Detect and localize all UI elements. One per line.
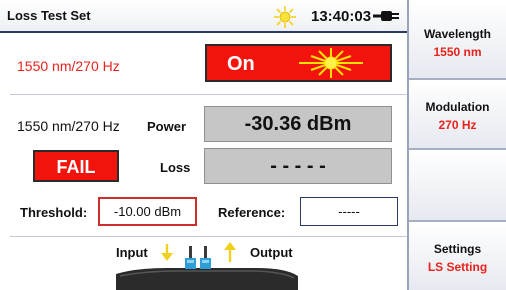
threshold-field[interactable]: -10.00 dBm	[98, 197, 197, 226]
power-value: -30.36 dBm	[244, 113, 352, 135]
status-text: FAIL	[56, 157, 96, 177]
device-image	[116, 242, 298, 290]
main-panel: Loss Test Set 13:40:03 1550 nm/270 Hz On	[0, 0, 407, 290]
power-label: Power	[147, 119, 187, 134]
laser-icon	[299, 48, 363, 78]
softkey-title: Wavelength	[424, 27, 491, 41]
section-divider	[10, 94, 407, 95]
empty-softkey[interactable]	[409, 150, 506, 222]
source-wavelength-label: 1550 nm/270 Hz	[17, 58, 120, 74]
softkey-value: 270 Hz	[438, 118, 477, 132]
wavelength-softkey[interactable]: Wavelength 1550 nm	[409, 0, 506, 80]
modulation-softkey[interactable]: Modulation 270 Hz	[409, 80, 506, 150]
softkey-value: 1550 nm	[433, 45, 482, 59]
arrow-down-icon	[161, 244, 173, 261]
meter-wavelength-label: 1550 nm/270 Hz	[17, 118, 120, 134]
battery-plug-icon	[373, 11, 399, 21]
softkey-value: LS Setting	[427, 260, 488, 274]
power-readout: -30.36 dBm	[204, 106, 392, 142]
softkey-title: Settings	[433, 242, 482, 256]
status-badge: FAIL	[33, 150, 119, 182]
loss-readout: - - - - -	[204, 148, 392, 184]
source-on-button[interactable]: On	[205, 44, 392, 82]
section-divider-bottom	[10, 236, 407, 237]
softkey-sidebar: Wavelength 1550 nm Modulation 270 Hz Set…	[407, 0, 506, 290]
loss-value: - - - - -	[270, 155, 326, 177]
reference-label: Reference:	[218, 205, 286, 220]
loss-label: Loss	[160, 160, 191, 175]
softkey-title: Modulation	[425, 100, 490, 114]
arrow-up-icon	[224, 242, 236, 262]
on-label: On	[227, 53, 255, 75]
window-title: Loss Test Set	[7, 8, 91, 23]
clock: 13:40:03	[311, 8, 372, 25]
settings-softkey[interactable]: Settings LS Setting	[409, 222, 506, 290]
threshold-label: Threshold:	[20, 205, 88, 220]
reference-field[interactable]: -----	[300, 197, 398, 226]
title-bar: Loss Test Set 13:40:03	[0, 0, 407, 33]
sun-icon	[274, 6, 296, 28]
